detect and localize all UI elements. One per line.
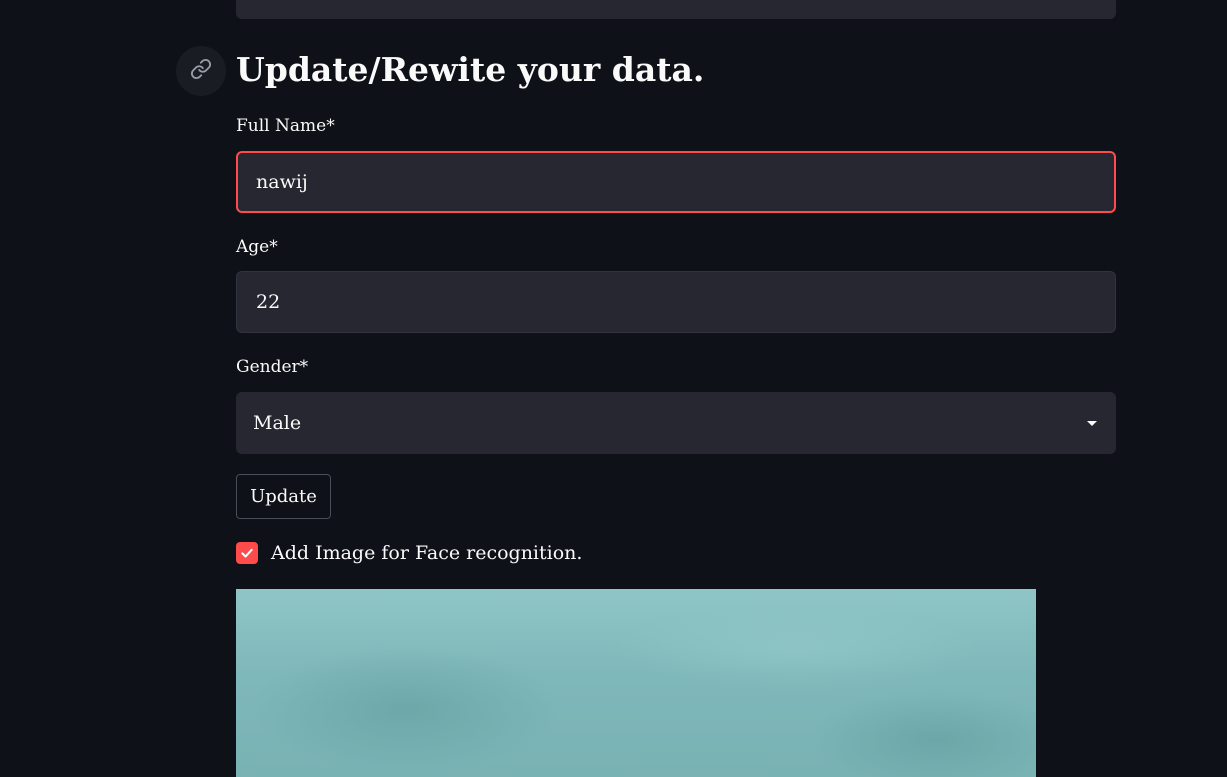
face-recognition-checkbox[interactable] — [236, 542, 258, 564]
previous-section-bottom — [236, 0, 1116, 19]
link-icon — [190, 58, 212, 84]
age-label: Age* — [236, 237, 278, 257]
full-name-input[interactable] — [236, 151, 1116, 213]
full-name-label: Full Name* — [236, 116, 335, 136]
update-button[interactable]: Update — [236, 474, 331, 519]
gender-select[interactable]: Male — [236, 392, 1116, 454]
gender-selected-value: Male — [253, 412, 302, 434]
age-input[interactable] — [236, 271, 1116, 333]
face-recognition-checkbox-label: Add Image for Face recognition. — [271, 542, 583, 564]
app-page: Update/Rewite your data. Full Name* Age*… — [0, 0, 1227, 777]
page-title: Update/Rewite your data. — [236, 50, 705, 89]
heading-anchor-link[interactable] — [176, 46, 226, 96]
check-icon — [241, 548, 253, 558]
caret-down-icon — [1087, 420, 1097, 426]
face-recognition-checkbox-row[interactable]: Add Image for Face recognition. — [236, 541, 582, 565]
captured-face-image — [236, 589, 1036, 777]
gender-label: Gender* — [236, 357, 309, 377]
